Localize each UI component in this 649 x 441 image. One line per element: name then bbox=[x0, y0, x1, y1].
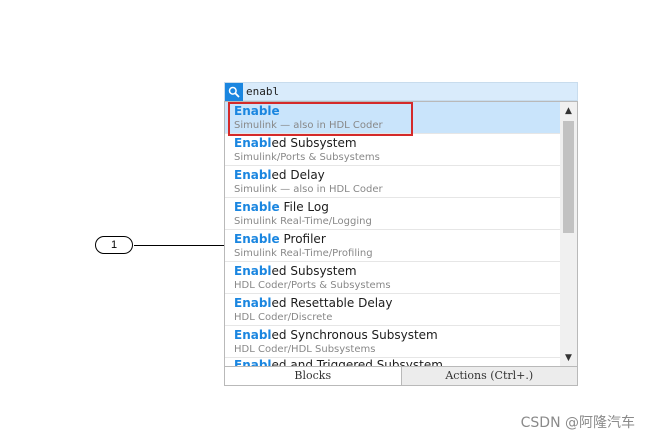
results-list: Enable Simulink — also in HDL Coder Enab… bbox=[224, 101, 578, 367]
result-item[interactable]: Enabled Synchronous Subsystem HDL Coder/… bbox=[225, 326, 560, 358]
result-item[interactable]: Enable Profiler Simulink Real-Time/Profi… bbox=[225, 230, 560, 262]
callout-line bbox=[134, 245, 224, 246]
result-library: HDL Coder/HDL Subsystems bbox=[234, 344, 376, 355]
results-items: Enable Simulink — also in HDL Coder Enab… bbox=[225, 102, 560, 367]
result-library: Simulink — also in HDL Coder bbox=[234, 120, 383, 131]
result-name: Enabled Subsystem bbox=[234, 136, 357, 150]
result-name: Enable File Log bbox=[234, 200, 329, 214]
bottom-tabs: Blocks Actions (Ctrl+.) bbox=[224, 367, 578, 386]
result-name: Enabled Delay bbox=[234, 168, 325, 182]
result-item[interactable]: Enabled Resettable Delay HDL Coder/Discr… bbox=[225, 294, 560, 326]
result-name: Enabled Resettable Delay bbox=[234, 296, 393, 310]
scroll-down-icon[interactable]: ▼ bbox=[560, 349, 577, 366]
search-bar: enabl bbox=[224, 82, 578, 101]
tab-actions[interactable]: Actions (Ctrl+.) bbox=[401, 367, 577, 385]
scroll-up-icon[interactable]: ▲ bbox=[560, 102, 577, 119]
result-library: HDL Coder/Discrete bbox=[234, 312, 333, 323]
search-input[interactable]: enabl bbox=[246, 84, 279, 100]
callout-number: 1 bbox=[95, 236, 133, 254]
result-item[interactable]: Enable Simulink — also in HDL Coder bbox=[225, 102, 560, 134]
result-library: Simulink — also in HDL Coder bbox=[234, 184, 383, 195]
scrollbar[interactable]: ▲ ▼ bbox=[560, 102, 577, 366]
tab-blocks[interactable]: Blocks bbox=[225, 367, 402, 385]
watermark: CSDN @阿隆汽车 bbox=[520, 415, 635, 431]
result-library: Simulink/Ports & Subsystems bbox=[234, 152, 380, 163]
result-name: Enabled and Triggered Subsystem bbox=[234, 358, 443, 367]
search-icon[interactable] bbox=[225, 83, 243, 101]
result-item[interactable]: Enabled Subsystem HDL Coder/Ports & Subs… bbox=[225, 262, 560, 294]
result-library: Simulink Real-Time/Logging bbox=[234, 216, 372, 227]
result-item[interactable]: Enabled and Triggered Subsystem bbox=[225, 358, 560, 367]
result-item[interactable]: Enabled Delay Simulink — also in HDL Cod… bbox=[225, 166, 560, 198]
result-library: Simulink Real-Time/Profiling bbox=[234, 248, 373, 259]
result-name: Enable Profiler bbox=[234, 232, 326, 246]
result-item[interactable]: Enable File Log Simulink Real-Time/Loggi… bbox=[225, 198, 560, 230]
result-name: Enabled Subsystem bbox=[234, 264, 357, 278]
result-library: HDL Coder/Ports & Subsystems bbox=[234, 280, 391, 291]
result-name: Enabled Synchronous Subsystem bbox=[234, 328, 438, 342]
result-item[interactable]: Enabled Subsystem Simulink/Ports & Subsy… bbox=[225, 134, 560, 166]
scroll-thumb[interactable] bbox=[563, 121, 574, 233]
result-name: Enable bbox=[234, 104, 280, 118]
